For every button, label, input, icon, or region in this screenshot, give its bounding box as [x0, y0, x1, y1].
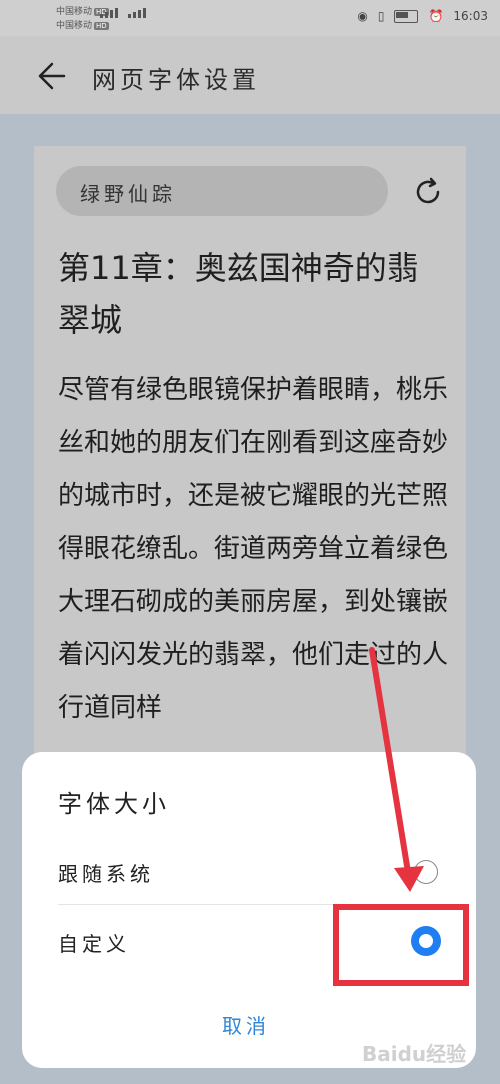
status-icons: ◉ ▯ ⏰ 16:03 — [357, 9, 488, 23]
book-tag-label: 绿野仙踪 — [80, 182, 176, 206]
signal-icon — [100, 8, 118, 18]
status-time: 16:03 — [453, 9, 488, 23]
back-arrow-icon — [38, 62, 66, 90]
refresh-button[interactable] — [412, 176, 444, 208]
status-bar: 中国移动 HD 中国移动 HD ◉ ▯ ⏰ 16:03 — [0, 0, 500, 36]
alarm-icon: ⏰ — [428, 9, 444, 23]
page-title: 网页字体设置 — [92, 66, 260, 94]
divider — [58, 904, 438, 905]
option-custom-label[interactable]: 自定义 — [58, 928, 130, 957]
font-size-dialog: 字体大小 跟随系统 自定义 取消 — [22, 752, 476, 1068]
chapter-title: 第11章：奥兹国神奇的翡翠城 — [58, 249, 419, 339]
option-follow-system-label[interactable]: 跟随系统 — [58, 858, 154, 887]
battery-icon — [394, 9, 419, 23]
option-follow-system-radio[interactable] — [414, 860, 438, 884]
signal-icon — [128, 8, 146, 18]
carrier-1-label: 中国移动 — [56, 7, 93, 17]
back-button[interactable] — [32, 58, 68, 94]
refresh-icon — [416, 177, 440, 204]
eye-comfort-icon: ◉ — [357, 9, 368, 23]
carrier-2: 中国移动 HD — [56, 18, 109, 31]
preview-body-text: 尽管有绿色眼镜保护着眼睛，桃乐丝和她的朋友们在刚看到这座奇妙的城市时，还是被它耀… — [58, 375, 449, 723]
book-tag: 绿野仙踪 — [56, 166, 388, 216]
cancel-button[interactable]: 取消 — [222, 1010, 270, 1039]
vibrate-icon: ▯ — [377, 9, 385, 23]
option-custom-radio[interactable] — [411, 926, 441, 956]
app-header: 网页字体设置 — [0, 36, 500, 114]
carrier-2-badge: HD — [94, 22, 109, 30]
watermark: Baidu经验 — [362, 1042, 467, 1066]
carrier-2-label: 中国移动 — [56, 21, 93, 31]
dialog-title: 字体大小 — [58, 790, 170, 818]
